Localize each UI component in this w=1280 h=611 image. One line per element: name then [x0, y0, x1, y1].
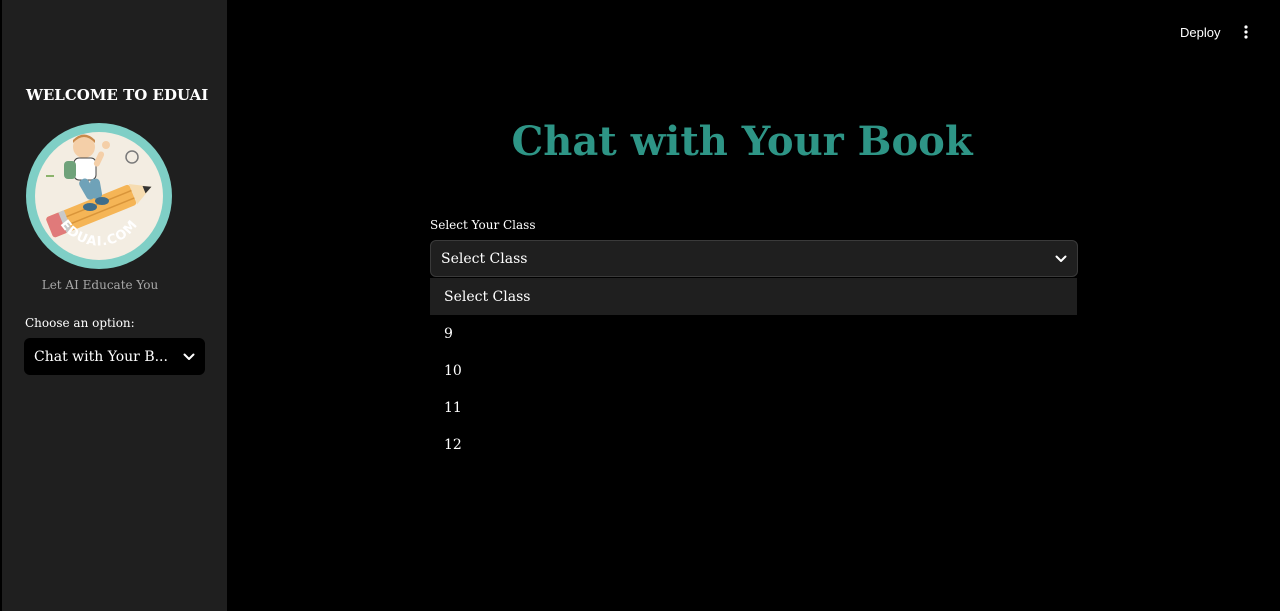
dropdown-option-10[interactable]: 10	[430, 352, 1077, 389]
kebab-menu-icon[interactable]	[1236, 20, 1256, 44]
dropdown-option-12[interactable]: 12	[430, 426, 1077, 463]
option-select[interactable]: Chat with Your B...	[24, 338, 205, 375]
dropdown-option-9[interactable]: 9	[430, 315, 1077, 352]
sidebar-title: WELCOME TO EDUAI	[26, 86, 209, 104]
app-window: WELCOME TO EDUAI EDUAI.COM Let AI Educat…	[0, 0, 1280, 611]
chevron-down-icon	[183, 353, 195, 360]
page-title: Chat with Your Book	[511, 118, 973, 165]
class-dropdown-menu: Select Class 9 10 11 12	[430, 278, 1077, 463]
class-select-value: Select Class	[441, 250, 528, 267]
chevron-down-icon	[1055, 255, 1067, 262]
choose-option-label: Choose an option:	[25, 316, 135, 330]
sidebar: WELCOME TO EDUAI EDUAI.COM Let AI Educat…	[2, 0, 227, 611]
tagline: Let AI Educate You	[41, 278, 159, 292]
class-select[interactable]: Select Class	[430, 240, 1078, 277]
option-select-value: Chat with Your B...	[34, 348, 168, 365]
dropdown-option-11[interactable]: 11	[430, 389, 1077, 426]
class-select-label: Select Your Class	[430, 218, 536, 232]
eduai-logo: EDUAI.COM	[26, 123, 172, 269]
dropdown-option-select-class[interactable]: Select Class	[430, 278, 1077, 315]
deploy-button[interactable]: Deploy	[1172, 20, 1228, 44]
